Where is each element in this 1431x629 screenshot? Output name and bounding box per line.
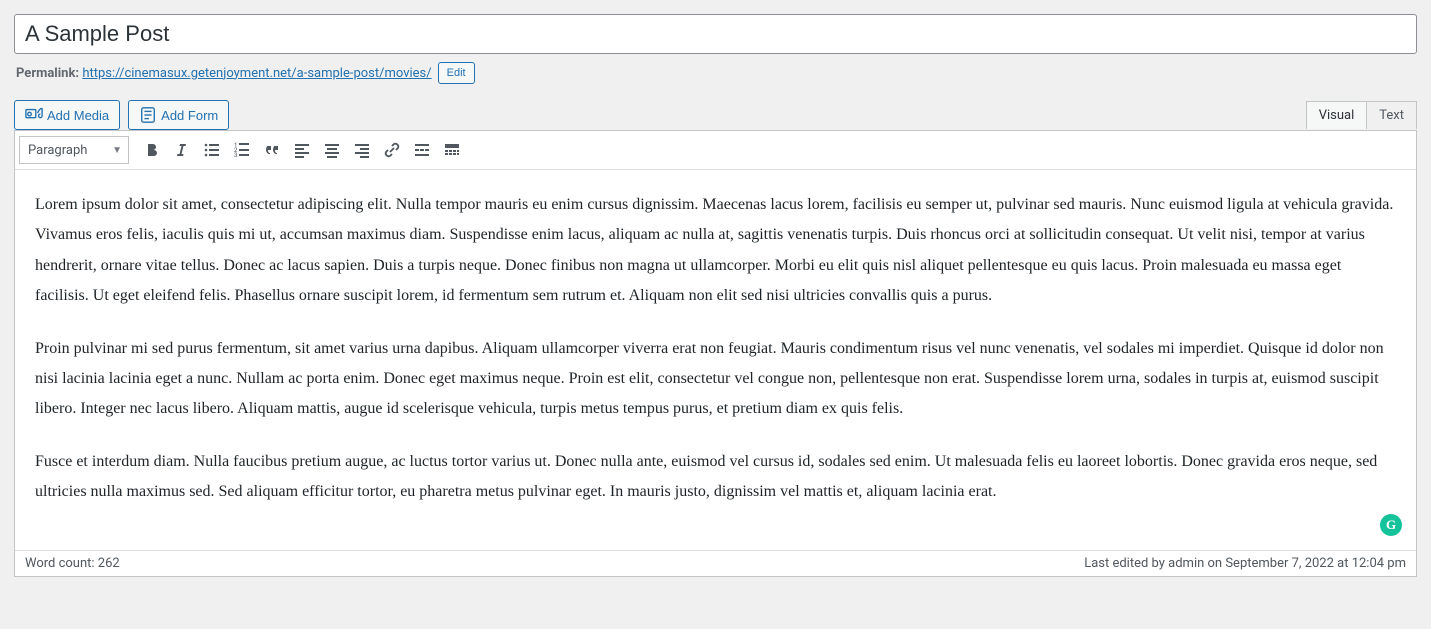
numbered-list-icon: 123 [232, 140, 252, 160]
quote-icon [262, 140, 282, 160]
align-left-icon [292, 140, 312, 160]
add-form-label: Add Form [161, 108, 218, 123]
content-editor[interactable]: Lorem ipsum dolor sit amet, consectetur … [15, 170, 1416, 550]
camera-music-icon [25, 106, 43, 124]
bullet-list-icon [202, 140, 222, 160]
last-edited: Last edited by admin on September 7, 202… [1084, 556, 1406, 571]
toolbar-toggle-icon [442, 140, 462, 160]
word-count: Word count: 262 [25, 556, 120, 571]
align-right-button[interactable] [347, 135, 377, 165]
add-media-label: Add Media [47, 108, 109, 123]
bold-icon [142, 140, 162, 160]
bullet-list-button[interactable] [197, 135, 227, 165]
read-more-button[interactable] [407, 135, 437, 165]
align-center-icon [322, 140, 342, 160]
permalink-link[interactable]: https://cinemasux.getenjoyment.net/a-sam… [82, 66, 431, 81]
content-paragraph: Lorem ipsum dolor sit amet, consectetur … [35, 190, 1396, 312]
form-icon [139, 106, 157, 124]
align-right-icon [352, 140, 372, 160]
permalink-label: Permalink: [16, 66, 79, 81]
blockquote-button[interactable] [257, 135, 287, 165]
bold-button[interactable] [137, 135, 167, 165]
grammarly-badge[interactable]: G [1380, 514, 1402, 536]
numbered-list-button[interactable]: 123 [227, 135, 257, 165]
post-title-input[interactable] [14, 14, 1417, 54]
edit-permalink-button[interactable]: Edit [438, 62, 475, 84]
content-paragraph: Proin pulvinar mi sed purus fermentum, s… [35, 334, 1396, 425]
read-more-icon [412, 140, 432, 160]
format-select[interactable]: Paragraph ▼ [19, 136, 129, 164]
chevron-down-icon: ▼ [112, 145, 122, 156]
add-form-button[interactable]: Add Form [128, 100, 229, 130]
add-media-button[interactable]: Add Media [14, 100, 120, 130]
link-icon [382, 140, 402, 160]
permalink-row: Permalink: https://cinemasux.getenjoymen… [14, 62, 1417, 84]
align-center-button[interactable] [317, 135, 347, 165]
italic-icon [172, 140, 192, 160]
svg-text:3: 3 [234, 152, 237, 159]
link-button[interactable] [377, 135, 407, 165]
tab-visual[interactable]: Visual [1306, 101, 1368, 129]
tab-text[interactable]: Text [1366, 101, 1417, 129]
editor-toolbar: Paragraph ▼ 123 [15, 131, 1416, 170]
italic-button[interactable] [167, 135, 197, 165]
align-left-button[interactable] [287, 135, 317, 165]
toolbar-toggle-button[interactable] [437, 135, 467, 165]
editor-wrap: Paragraph ▼ 123 Lorem ipsum dolor sit am… [14, 130, 1417, 577]
status-bar: Word count: 262 Last edited by admin on … [15, 550, 1416, 576]
format-select-value: Paragraph [28, 143, 87, 158]
content-paragraph: Fusce et interdum diam. Nulla faucibus p… [35, 447, 1396, 508]
